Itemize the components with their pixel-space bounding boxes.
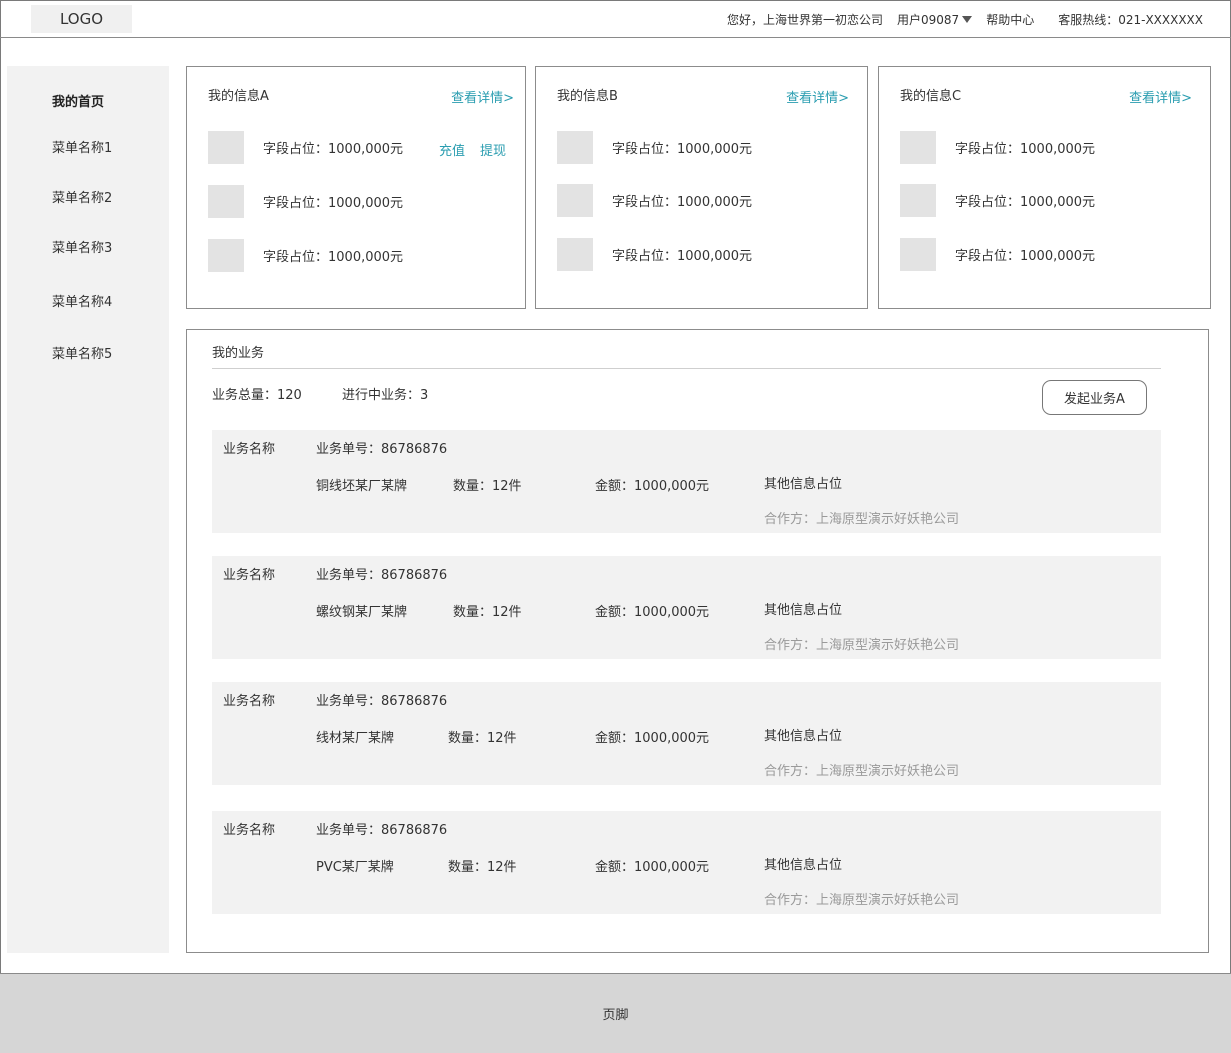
amount: 金额：1000,000元 bbox=[595, 731, 710, 746]
card-title: 我的信息A bbox=[208, 89, 269, 104]
view-details-link[interactable]: 查看详情> bbox=[451, 87, 514, 106]
image-placeholder bbox=[900, 130, 936, 164]
start-business-button[interactable]: 发起业务A bbox=[1042, 380, 1147, 415]
partner: 合作方：上海原型演示好妖艳公司 bbox=[764, 638, 960, 653]
caret-down-icon bbox=[962, 16, 973, 23]
sidebar-item-menu3[interactable]: 菜单名称3 bbox=[52, 237, 112, 256]
business-row[interactable]: 业务名称 业务单号：86786876 线材某厂某牌 数量：12件 金额：1000… bbox=[212, 682, 1161, 785]
business-row[interactable]: 业务名称 业务单号：86786876 螺纹钢某厂某牌 数量：12件 金额：100… bbox=[212, 556, 1161, 659]
business-name: 业务名称 bbox=[223, 568, 276, 583]
sidebar-item-menu4[interactable]: 菜单名称4 bbox=[52, 291, 112, 310]
business-name: 业务名称 bbox=[223, 442, 276, 457]
field-value: 字段占位：1000,000元 bbox=[955, 194, 1096, 210]
field-row: 字段占位：1000,000元 bbox=[557, 130, 752, 164]
order-number: 业务单号：86786876 bbox=[316, 823, 448, 838]
field-row: 字段占位：1000,000元 bbox=[900, 183, 1095, 217]
other-info: 其他信息占位 bbox=[764, 729, 843, 744]
business-title: 我的业务 bbox=[212, 346, 265, 361]
greeting-text: 您好，上海世界第一初恋公司 bbox=[727, 13, 884, 27]
divider bbox=[212, 368, 1161, 369]
info-card-a: 我的信息A 查看详情> 字段占位：1000,000元 充值 提现 字段占位：10… bbox=[186, 66, 526, 309]
other-info: 其他信息占位 bbox=[764, 477, 843, 492]
quantity: 数量：12件 bbox=[448, 860, 517, 875]
field-row: 字段占位：1000,000元 bbox=[900, 237, 1095, 271]
withdraw-link[interactable]: 提现 bbox=[480, 140, 506, 159]
field-value: 字段占位：1000,000元 bbox=[612, 194, 753, 210]
top-nav: 您好，上海世界第一初恋公司 用户09087 帮助中心 客服热线：021-XXXX… bbox=[727, 11, 1203, 28]
card-title: 我的信息B bbox=[557, 89, 618, 104]
partner: 合作方：上海原型演示好妖艳公司 bbox=[764, 764, 960, 779]
sidebar-item-home[interactable]: 我的首页 bbox=[52, 91, 104, 110]
view-details-link[interactable]: 查看详情> bbox=[786, 87, 849, 106]
image-placeholder bbox=[900, 237, 936, 271]
user-name: 用户09087 bbox=[897, 13, 960, 27]
footer: 页脚 bbox=[0, 973, 1231, 1053]
image-placeholder bbox=[208, 238, 244, 272]
product-name: 铜线坯某厂某牌 bbox=[316, 479, 408, 494]
logo[interactable]: LOGO bbox=[31, 5, 132, 33]
quantity: 数量：12件 bbox=[453, 605, 522, 620]
image-placeholder bbox=[208, 184, 244, 218]
amount: 金额：1000,000元 bbox=[595, 605, 710, 620]
info-card-b: 我的信息B 查看详情> 字段占位：1000,000元 字段占位：1000,000… bbox=[535, 66, 868, 309]
view-details-link[interactable]: 查看详情> bbox=[1129, 87, 1192, 106]
user-menu[interactable]: 用户09087 bbox=[897, 11, 973, 28]
image-placeholder bbox=[557, 237, 593, 271]
field-row: 字段占位：1000,000元 bbox=[208, 130, 403, 164]
field-row: 字段占位：1000,000元 bbox=[900, 130, 1095, 164]
sidebar-item-menu2[interactable]: 菜单名称2 bbox=[52, 187, 112, 206]
order-number: 业务单号：86786876 bbox=[316, 694, 448, 709]
order-number: 业务单号：86786876 bbox=[316, 442, 448, 457]
footer-label: 页脚 bbox=[602, 1008, 629, 1023]
business-in-progress: 进行中业务：3 bbox=[342, 388, 429, 403]
amount: 金额：1000,000元 bbox=[595, 479, 710, 494]
field-value: 字段占位：1000,000元 bbox=[263, 249, 404, 265]
info-card-c: 我的信息C 查看详情> 字段占位：1000,000元 字段占位：1000,000… bbox=[878, 66, 1211, 309]
card-title: 我的信息C bbox=[900, 89, 962, 104]
other-info: 其他信息占位 bbox=[764, 858, 843, 873]
business-total: 业务总量：120 bbox=[212, 388, 302, 403]
field-value: 字段占位：1000,000元 bbox=[263, 141, 404, 157]
field-value: 字段占位：1000,000元 bbox=[612, 141, 753, 157]
field-row: 字段占位：1000,000元 bbox=[208, 184, 403, 218]
field-row: 字段占位：1000,000元 bbox=[208, 238, 403, 272]
business-row[interactable]: 业务名称 业务单号：86786876 铜线坯某厂某牌 数量：12件 金额：100… bbox=[212, 430, 1161, 533]
top-header: LOGO 您好，上海世界第一初恋公司 用户09087 帮助中心 客服热线：021… bbox=[0, 0, 1231, 38]
order-number: 业务单号：86786876 bbox=[316, 568, 448, 583]
other-info: 其他信息占位 bbox=[764, 603, 843, 618]
partner: 合作方：上海原型演示好妖艳公司 bbox=[764, 893, 960, 908]
field-row: 字段占位：1000,000元 bbox=[557, 237, 752, 271]
my-business-panel: 我的业务 业务总量：120 进行中业务：3 发起业务A 业务名称 业务单号：86… bbox=[186, 329, 1209, 953]
hotline-text: 客服热线：021-XXXXXXX bbox=[1058, 13, 1203, 27]
quantity: 数量：12件 bbox=[448, 731, 517, 746]
field-value: 字段占位：1000,000元 bbox=[263, 195, 404, 211]
product-name: 线材某厂某牌 bbox=[316, 731, 395, 746]
partner: 合作方：上海原型演示好妖艳公司 bbox=[764, 512, 960, 527]
help-center-link[interactable]: 帮助中心 bbox=[986, 11, 1034, 28]
business-row[interactable]: 业务名称 业务单号：86786876 PVC某厂某牌 数量：12件 金额：100… bbox=[212, 811, 1161, 914]
sidebar-item-menu1[interactable]: 菜单名称1 bbox=[52, 137, 112, 156]
recharge-link[interactable]: 充值 bbox=[439, 140, 465, 159]
quantity: 数量：12件 bbox=[453, 479, 522, 494]
product-name: 螺纹钢某厂某牌 bbox=[316, 605, 408, 620]
sidebar: 我的首页 菜单名称1 菜单名称2 菜单名称3 菜单名称4 菜单名称5 bbox=[7, 66, 169, 953]
field-value: 字段占位：1000,000元 bbox=[612, 248, 753, 264]
image-placeholder bbox=[208, 130, 244, 164]
product-name: PVC某厂某牌 bbox=[316, 860, 394, 875]
amount: 金额：1000,000元 bbox=[595, 860, 710, 875]
field-row: 字段占位：1000,000元 bbox=[557, 183, 752, 217]
image-placeholder bbox=[557, 183, 593, 217]
field-value: 字段占位：1000,000元 bbox=[955, 141, 1096, 157]
image-placeholder bbox=[900, 183, 936, 217]
business-name: 业务名称 bbox=[223, 694, 276, 709]
sidebar-item-menu5[interactable]: 菜单名称5 bbox=[52, 343, 112, 362]
field-value: 字段占位：1000,000元 bbox=[955, 248, 1096, 264]
business-name: 业务名称 bbox=[223, 823, 276, 838]
image-placeholder bbox=[557, 130, 593, 164]
